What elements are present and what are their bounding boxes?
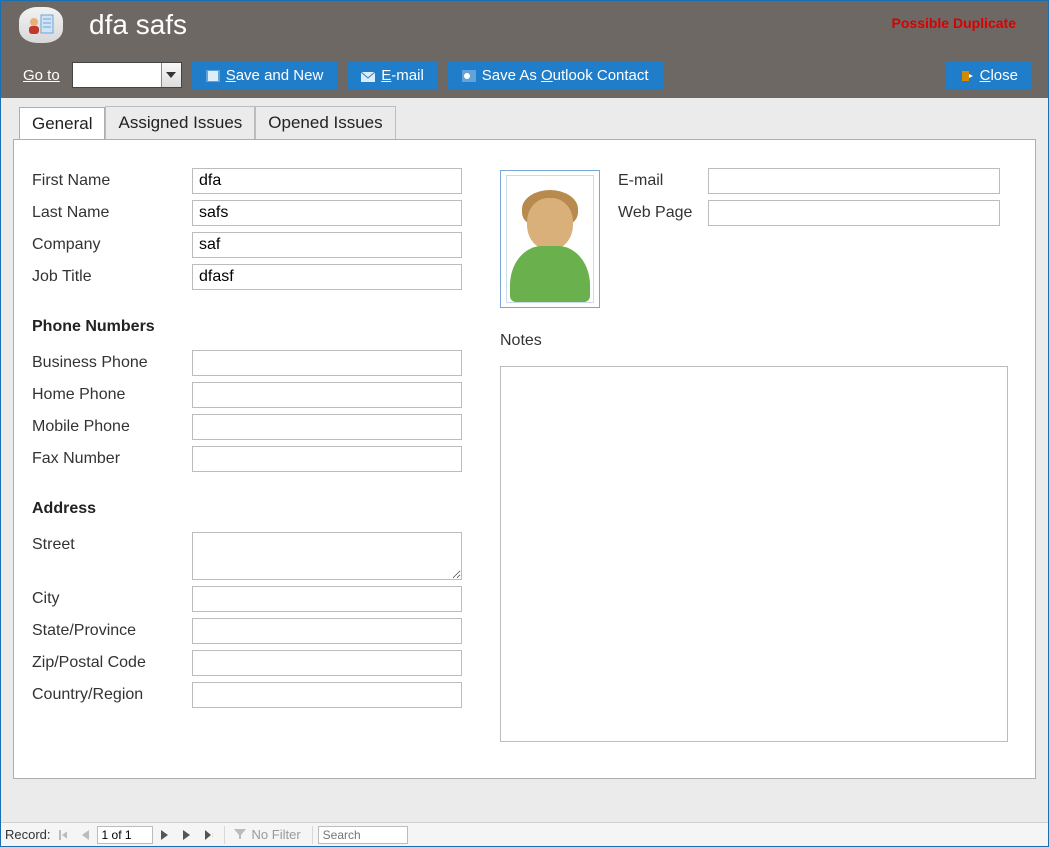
record-position-input[interactable] bbox=[97, 826, 153, 844]
mobile-phone-input[interactable] bbox=[192, 414, 462, 440]
tab-assigned-issues[interactable]: Assigned Issues bbox=[105, 106, 255, 139]
email-field-label: E-mail bbox=[618, 172, 708, 190]
filter-icon bbox=[234, 827, 246, 842]
country-input[interactable] bbox=[192, 682, 462, 708]
mobile-phone-label: Mobile Phone bbox=[32, 418, 192, 436]
city-input[interactable] bbox=[192, 586, 462, 612]
save-new-label: ave and New bbox=[236, 67, 324, 84]
nav-new-record-button[interactable]: ✶ bbox=[199, 826, 219, 844]
nav-last-button[interactable] bbox=[177, 826, 197, 844]
close-label: lose bbox=[990, 67, 1018, 84]
fax-input[interactable] bbox=[192, 446, 462, 472]
state-label: State/Province bbox=[32, 622, 192, 640]
tab-general[interactable]: General bbox=[19, 107, 105, 140]
notes-input[interactable] bbox=[500, 366, 1008, 742]
goto-combo[interactable] bbox=[72, 62, 182, 88]
contact-photo[interactable] bbox=[500, 170, 600, 308]
nav-next-button[interactable] bbox=[155, 826, 175, 844]
general-panel: First Name Last Name Company Job Title P… bbox=[13, 139, 1036, 779]
first-name-input[interactable] bbox=[192, 168, 462, 194]
email-label: -mail bbox=[391, 67, 424, 84]
fax-label: Fax Number bbox=[32, 450, 192, 468]
outlook-icon bbox=[462, 69, 476, 81]
web-label: Web Page bbox=[618, 204, 708, 222]
contact-card-icon bbox=[19, 7, 63, 43]
nav-prev-button[interactable] bbox=[75, 826, 95, 844]
business-phone-label: Business Phone bbox=[32, 354, 192, 372]
company-label: Company bbox=[32, 236, 192, 254]
address-section-title: Address bbox=[32, 500, 494, 518]
job-title-label: Job Title bbox=[32, 268, 192, 286]
last-name-input[interactable] bbox=[192, 200, 462, 226]
door-icon bbox=[960, 69, 974, 81]
close-button[interactable]: Close bbox=[946, 61, 1032, 89]
nav-first-button[interactable] bbox=[53, 826, 73, 844]
phone-section-title: Phone Numbers bbox=[32, 318, 494, 336]
notes-label: Notes bbox=[500, 332, 542, 350]
save-and-new-button[interactable]: Save and New bbox=[192, 61, 338, 89]
last-name-label: Last Name bbox=[32, 204, 192, 222]
page-title: dfa safs bbox=[89, 9, 187, 41]
svg-text:✶: ✶ bbox=[211, 831, 213, 840]
first-name-label: First Name bbox=[32, 172, 192, 190]
record-navigation-bar: Record: ✶ No Filter bbox=[1, 822, 1048, 846]
street-label: Street bbox=[32, 532, 192, 554]
record-label: Record: bbox=[5, 827, 51, 842]
email-button[interactable]: E-mail bbox=[347, 61, 438, 89]
home-phone-label: Home Phone bbox=[32, 386, 192, 404]
person-placeholder-icon bbox=[506, 175, 594, 303]
filter-status[interactable]: No Filter bbox=[234, 827, 301, 842]
search-input[interactable] bbox=[318, 826, 408, 844]
zip-input[interactable] bbox=[192, 650, 462, 676]
company-input[interactable] bbox=[192, 232, 462, 258]
outlook-label: utlook Contact bbox=[553, 67, 649, 84]
zip-label: Zip/Postal Code bbox=[32, 654, 192, 672]
business-phone-input[interactable] bbox=[192, 350, 462, 376]
street-input[interactable] bbox=[192, 532, 462, 580]
chevron-down-icon[interactable] bbox=[161, 63, 181, 87]
tab-opened-issues[interactable]: Opened Issues bbox=[255, 106, 395, 139]
mail-icon bbox=[361, 69, 375, 81]
tab-strip: General Assigned Issues Opened Issues bbox=[19, 106, 1036, 139]
city-label: City bbox=[32, 590, 192, 608]
save-icon bbox=[206, 69, 220, 81]
goto-label: Go to bbox=[23, 67, 60, 84]
duplicate-warning: Possible Duplicate bbox=[892, 15, 1016, 31]
home-phone-input[interactable] bbox=[192, 382, 462, 408]
job-title-input[interactable] bbox=[192, 264, 462, 290]
save-outlook-button[interactable]: Save As Outlook Contact bbox=[448, 61, 663, 89]
state-input[interactable] bbox=[192, 618, 462, 644]
country-label: Country/Region bbox=[32, 686, 192, 704]
web-input[interactable] bbox=[708, 200, 1000, 226]
email-input[interactable] bbox=[708, 168, 1000, 194]
